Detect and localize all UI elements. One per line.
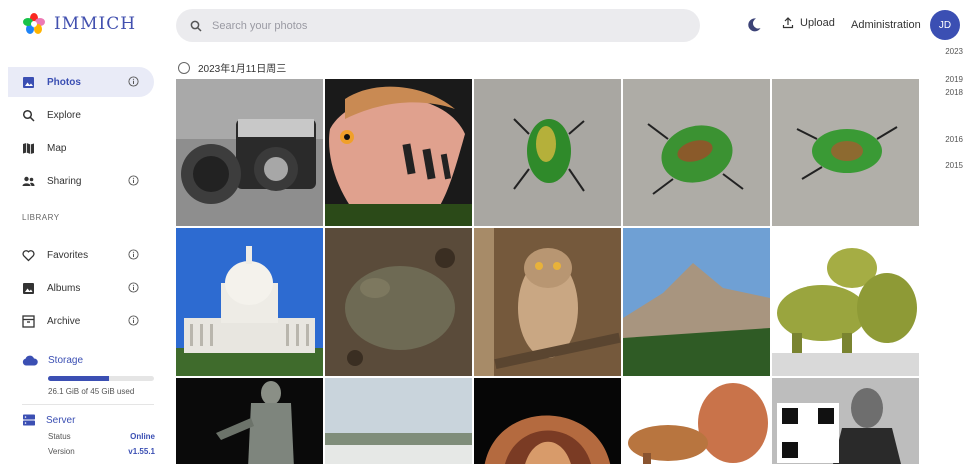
sidebar-item-photos[interactable]: Photos [8, 67, 154, 97]
owl-photo [474, 228, 621, 376]
library-section-label: LIBRARY [22, 213, 60, 222]
cloud-icon [22, 355, 38, 366]
storage-progress-fill [48, 376, 110, 381]
photos-icon [23, 76, 34, 88]
immich-logo-icon [23, 13, 45, 34]
fish-photo [325, 79, 472, 226]
server-status-label: Status [48, 432, 71, 441]
top-bar: IMMICH Upload Administration JD [0, 0, 972, 50]
server-version-label: Version [48, 447, 75, 456]
sidebar-item-sharing[interactable]: Sharing [8, 166, 154, 196]
beetle-photo [772, 79, 919, 226]
search-icon [22, 109, 35, 122]
camera-photo [176, 79, 323, 226]
timeline-year[interactable]: 2023 [945, 47, 963, 56]
storage-progress-bar [48, 376, 154, 381]
server-panel: Server Status Online Version v1.55.1 [22, 414, 155, 456]
sidebar-item-label: Albums [47, 282, 81, 294]
timeline-year[interactable]: 2015 [945, 161, 963, 170]
photo-thumbnail[interactable] [325, 378, 472, 464]
dinosaur-photo [772, 228, 919, 376]
info-icon[interactable] [128, 76, 139, 87]
photo-thumbnail[interactable] [474, 228, 621, 376]
statue-photo [176, 378, 323, 464]
sidebar: Photos Explore Map Sharing LIBRARY Favor… [0, 50, 165, 464]
map-icon [23, 142, 34, 154]
photo-thumbnail[interactable] [176, 228, 323, 376]
sidebar-item-label: Favorites [47, 249, 89, 261]
photo-thumbnail[interactable] [474, 79, 621, 226]
storage-label: Storage [48, 355, 84, 366]
beetle-photo [623, 79, 770, 226]
photo-thumbnail[interactable] [772, 378, 919, 464]
server-version-row: Version v1.55.1 [22, 447, 155, 456]
sidebar-item-albums[interactable]: Albums [8, 273, 154, 303]
sidebar-item-label: Map [47, 142, 67, 154]
search-input[interactable] [212, 19, 672, 32]
photo-thumbnail[interactable] [623, 378, 770, 464]
user-avatar[interactable]: JD [930, 10, 960, 40]
date-group-label: 2023年1月11日周三 [198, 64, 287, 75]
photo-thumbnail[interactable] [325, 79, 472, 226]
info-icon[interactable] [128, 315, 139, 326]
server-icon [23, 414, 35, 426]
sidebar-item-label: Explore [47, 109, 81, 121]
upload-icon [782, 17, 794, 29]
photo-thumbnail[interactable] [474, 378, 621, 464]
upload-button[interactable]: Upload [782, 17, 835, 29]
search-icon [190, 20, 202, 32]
sidebar-item-favorites[interactable]: Favorites [8, 240, 154, 270]
toad-photo [325, 228, 472, 376]
photo-thumbnail[interactable] [325, 228, 472, 376]
photo-thumbnail[interactable] [772, 79, 919, 226]
info-icon[interactable] [128, 175, 139, 186]
sidebar-item-label: Sharing [47, 175, 82, 187]
photo-thumbnail[interactable] [176, 79, 323, 226]
select-group-checkbox[interactable] [178, 61, 190, 74]
app-name: IMMICH [54, 14, 137, 34]
portrait-photo [772, 378, 919, 464]
timeline-year[interactable]: 2019 [945, 75, 963, 84]
upload-label: Upload [800, 17, 835, 29]
storage-panel: Storage 26.1 GiB of 45 GiB used [22, 355, 155, 396]
sidebar-item-label: Photos [47, 76, 81, 88]
dinosaur-photo [623, 378, 770, 464]
app-root: IMMICH Upload Administration JD [0, 0, 972, 464]
server-label: Server [46, 414, 76, 426]
photo-thumbnail[interactable] [623, 79, 770, 226]
divider [22, 404, 154, 405]
server-status-row: Status Online [22, 432, 155, 441]
timeline-year[interactable]: 2018 [945, 88, 963, 97]
logo[interactable]: IMMICH [22, 12, 136, 36]
archive-icon [22, 314, 35, 328]
mountain-photo [623, 228, 770, 376]
date-group-header: 2023年1月11日周三 [178, 60, 286, 75]
album-icon [23, 282, 34, 294]
photo-thumbnail[interactable] [623, 228, 770, 376]
search-bar[interactable] [176, 9, 700, 42]
timeline-scrubber[interactable]: 2023 2019 2018 2016 2015 [930, 45, 972, 464]
sidebar-item-explore[interactable]: Explore [8, 100, 154, 130]
beetle-photo [474, 79, 621, 226]
storage-usage-text: 26.1 GiB of 45 GiB used [48, 387, 135, 396]
timeline-year[interactable]: 2016 [945, 135, 963, 144]
people-icon [22, 176, 35, 186]
server-status-value: Online [130, 432, 155, 441]
photo-thumbnail[interactable] [772, 228, 919, 376]
info-icon[interactable] [128, 282, 139, 293]
heart-icon [22, 249, 35, 261]
sidebar-item-archive[interactable]: Archive [8, 306, 154, 336]
sidebar-item-map[interactable]: Map [8, 133, 154, 163]
administration-link[interactable]: Administration [851, 19, 921, 31]
server-version-value[interactable]: v1.55.1 [128, 447, 155, 456]
capitol-photo [176, 228, 323, 376]
sidebar-item-label: Archive [47, 315, 81, 327]
landscape-photo [325, 378, 472, 464]
info-icon[interactable] [128, 249, 139, 260]
moon-icon[interactable] [746, 17, 762, 33]
shell-photo [474, 378, 621, 464]
photo-thumbnail[interactable] [176, 378, 323, 464]
